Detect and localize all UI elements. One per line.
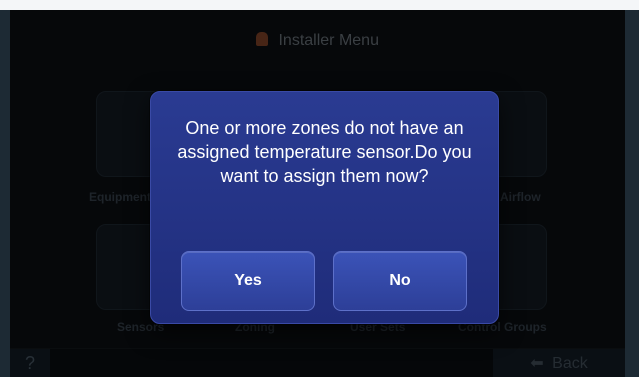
touchscreen: Installer Menu Equipment Airflow Sensors…: [10, 10, 625, 377]
no-button[interactable]: No: [333, 251, 467, 311]
yes-button[interactable]: Yes: [181, 251, 315, 311]
dialog-message: One or more zones do not have an assigne…: [177, 118, 472, 186]
confirmation-dialog: One or more zones do not have an assigne…: [150, 91, 499, 324]
device-frame: Installer Menu Equipment Airflow Sensors…: [0, 10, 639, 377]
